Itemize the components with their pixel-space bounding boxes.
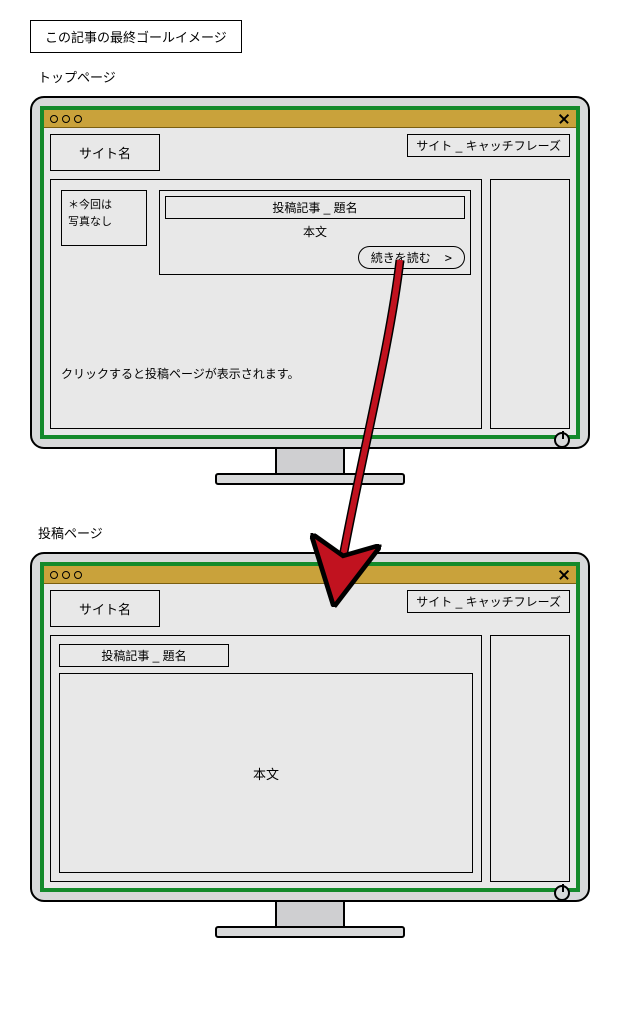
main-column: ＊今回は 写真なし 投稿記事 _ 題名 本文 [50, 179, 482, 429]
site-header: サイト名 サイト _ キャッチフレーズ [50, 590, 570, 627]
site-header: サイト名 サイト _ キャッチフレーズ [50, 134, 570, 171]
chevron-right-icon: > [445, 251, 452, 265]
sidebar-column [490, 179, 570, 429]
post-title-box: 投稿記事 _ 題名 [165, 196, 465, 219]
monitor-top: サイト名 サイト _ キャッチフレーズ ＊今回は 写真なし [30, 96, 590, 485]
read-more-button[interactable]: 続きを読む > [358, 246, 465, 269]
traffic-light-icon [62, 571, 70, 579]
traffic-light-icon [50, 115, 58, 123]
power-button-icon [554, 432, 570, 448]
browser-window: サイト名 サイト _ キャッチフレーズ ＊今回は 写真なし [44, 110, 576, 435]
goal-label: この記事の最終ゴールイメージ [45, 30, 227, 45]
browser-window: サイト名 サイト _ キャッチフレーズ 投稿記事 _ 題名 本文 [44, 566, 576, 888]
page-body: サイト名 サイト _ キャッチフレーズ ＊今回は 写真なし [44, 128, 576, 435]
goal-label-box: この記事の最終ゴールイメージ [30, 20, 242, 53]
section-top-page-label: トップページ [38, 67, 600, 86]
sidebar-column [490, 635, 570, 882]
click-note: クリックすると投稿ページが表示されます。 [61, 365, 471, 382]
traffic-light-icon [50, 571, 58, 579]
section-post-page-label: 投稿ページ [38, 523, 600, 542]
read-more-label: 続きを読む [371, 249, 431, 266]
post-body-label: 本文 [165, 223, 465, 240]
screen-frame: サイト名 サイト _ キャッチフレーズ ＊今回は 写真なし [40, 106, 580, 439]
post-title: 投稿記事 _ 題名 [101, 649, 186, 663]
monitor-stand-base [215, 473, 405, 485]
close-icon[interactable] [558, 113, 570, 125]
page-body: サイト名 サイト _ キャッチフレーズ 投稿記事 _ 題名 本文 [44, 584, 576, 888]
thumbnail-note-line1: ＊今回は [68, 197, 140, 214]
post-summary-row: ＊今回は 写真なし 投稿記事 _ 題名 本文 [61, 190, 471, 275]
site-name-box: サイト名 [50, 134, 160, 171]
catch-phrase-box: サイト _ キャッチフレーズ [407, 134, 570, 157]
monitor-stand-base [215, 926, 405, 938]
catch-phrase-box: サイト _ キャッチフレーズ [407, 590, 570, 613]
thumbnail-placeholder: ＊今回は 写真なし [61, 190, 147, 246]
traffic-light-icon [62, 115, 70, 123]
monitor-stand [275, 902, 345, 926]
window-titlebar [44, 110, 576, 128]
catch-phrase: サイト _ キャッチフレーズ [416, 139, 561, 153]
site-name-box: サイト名 [50, 590, 160, 627]
screen-frame: サイト名 サイト _ キャッチフレーズ 投稿記事 _ 題名 本文 [40, 562, 580, 892]
site-name: サイト名 [79, 146, 131, 161]
post-card: 投稿記事 _ 題名 本文 続きを読む > [159, 190, 471, 275]
columns: ＊今回は 写真なし 投稿記事 _ 題名 本文 [50, 179, 570, 429]
main-column: 投稿記事 _ 題名 本文 [50, 635, 482, 882]
monitor-post: サイト名 サイト _ キャッチフレーズ 投稿記事 _ 題名 本文 [30, 552, 590, 938]
thumbnail-note-line2: 写真なし [68, 214, 140, 231]
catch-phrase: サイト _ キャッチフレーズ [416, 595, 561, 609]
traffic-light-icon [74, 571, 82, 579]
monitor-bezel: サイト名 サイト _ キャッチフレーズ 投稿記事 _ 題名 本文 [30, 552, 590, 902]
post-body-label: 本文 [253, 764, 279, 783]
traffic-lights [50, 571, 82, 579]
power-button-icon [554, 885, 570, 901]
site-name: サイト名 [79, 602, 131, 617]
traffic-light-icon [74, 115, 82, 123]
columns: 投稿記事 _ 題名 本文 [50, 635, 570, 882]
post-body-frame: 本文 [59, 673, 473, 873]
monitor-stand [275, 449, 345, 473]
close-icon[interactable] [558, 569, 570, 581]
monitor-bezel: サイト名 サイト _ キャッチフレーズ ＊今回は 写真なし [30, 96, 590, 449]
post-title: 投稿記事 _ 題名 [272, 201, 357, 215]
post-title-box: 投稿記事 _ 題名 [59, 644, 229, 667]
traffic-lights [50, 115, 82, 123]
window-titlebar [44, 566, 576, 584]
